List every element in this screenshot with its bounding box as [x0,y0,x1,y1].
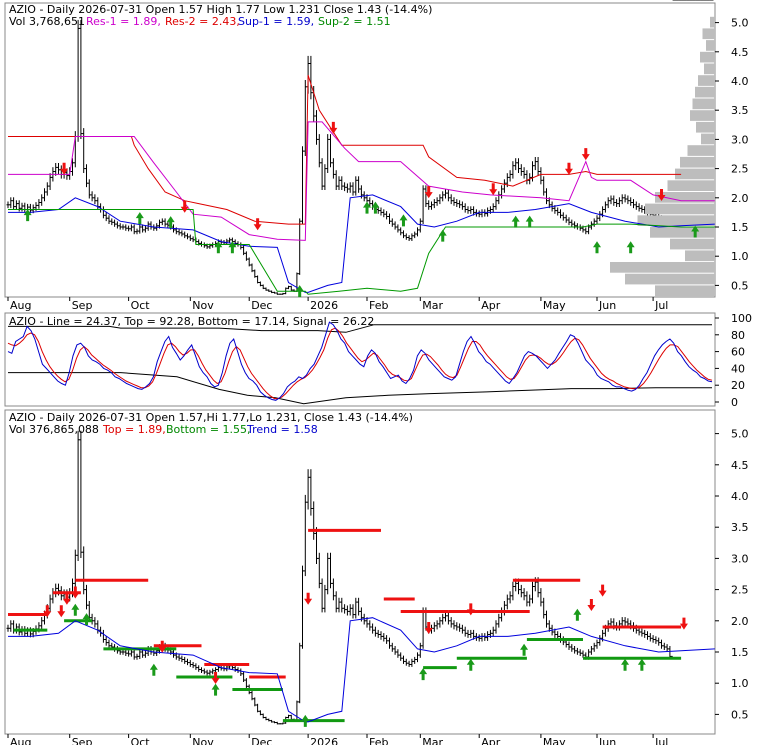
p2-ytick: 3.5 [731,521,749,534]
p0-xtick: Dec [251,299,272,312]
volume-by-price-bar [692,98,715,110]
p0-xtick: Jun [598,299,616,312]
top-header-res2: Res-2 = 2.43, [165,15,240,28]
p0-ytick: 5.0 [731,17,749,30]
volume-by-price-bar [667,180,715,191]
volume-by-price-bar [701,133,715,145]
p2-xtick: Oct [131,736,151,745]
volume-by-price-bar [706,40,715,51]
p0-ytick: 3.0 [731,133,749,146]
p0-xtick: Oct [131,299,151,312]
p0-ytick: 2.0 [731,192,749,205]
bot-header-vol: Vol 376,865,088 [9,423,99,436]
mid-header-title: AZIO - Line = 24.37, Top = 92.28, Bottom… [9,315,374,328]
volume-by-price-bar [702,28,715,40]
p0-xtick: 2026 [310,299,338,312]
p0-xtick: Mar [422,299,443,312]
p0-ytick: 3.5 [731,104,749,117]
p2-xtick: Jul [654,736,668,745]
p2-ytick: 4.0 [731,490,749,503]
p2-ytick: 3.0 [731,552,749,565]
volume-by-price-bar [696,121,715,133]
p2-ytick: 2.5 [731,584,749,597]
p0-xtick: Aug [10,299,31,312]
p0-xtick: Jul [654,299,668,312]
p0-ytick: 4.0 [731,75,749,88]
bot-header-top: Top = 1.89, [102,423,166,436]
mid-ytick: 0 [731,396,738,409]
p0-xtick: Nov [192,299,214,312]
p2-xtick: 2026 [310,736,338,745]
mid-ytick: 60 [731,346,745,359]
p2-ytick: 1.5 [731,646,749,659]
mid-ytick: 40 [731,362,745,375]
volume-by-price-bar [687,145,715,156]
mid-ytick: 80 [731,329,745,342]
volume-by-price-bar [625,273,715,285]
p2-ytick: 1.0 [731,677,749,690]
p0-ytick: 4.5 [731,46,749,59]
bot-header-bottom: Bottom = 1.55, [166,423,251,436]
p2-xtick: Jun [598,736,616,745]
chart-stage: 5.0 4.5 4.0 3.5 3.0 2.5 2.0 1.5 1.0 0.5 Aug Sep Oct N… [0,0,780,745]
volume-by-price-bar [698,75,715,86]
p2-xtick: Dec [251,736,272,745]
panel-top-frame [4,2,716,298]
p2-xtick: Sep [72,736,93,745]
volume-by-price-bar [610,262,715,273]
top-header-sup1: Sup-1 = 1.59, [238,15,314,28]
volume-by-price-bar [670,238,715,250]
p2-ytick: 2.0 [731,615,749,628]
volume-by-price-bar [690,110,715,121]
p2-xtick: May [543,736,566,745]
p2-ytick: 5.0 [731,428,749,441]
p0-ytick: 2.5 [731,163,749,176]
volume-by-price-bar [700,51,715,63]
bot-header-trend: Trend = 1.58 [246,423,318,436]
volume-by-price-bar [685,250,715,262]
p0-xtick: Apr [481,299,501,312]
p2-ytick: 4.5 [731,459,749,472]
p0-ytick: 0.5 [731,279,749,292]
p2-xtick: Feb [369,736,388,745]
p2-xtick: Aug [10,736,31,745]
p2-ytick: 0.5 [731,708,749,721]
top-header-vol: Vol 3,768,651 [9,15,85,28]
top-header-sup2: Sup-2 = 1.51 [318,15,391,28]
volume-by-price-bar [650,227,715,238]
p2-xtick: Mar [422,736,443,745]
p0-xtick: Sep [72,299,93,312]
volume-by-price-bar [710,16,715,28]
volume-by-price-bar [645,203,715,215]
p0-xtick: May [543,299,566,312]
volume-by-price-bar [695,86,715,98]
top-header-res1: Res-1 = 1.89, [86,15,161,28]
p0-xtick: Feb [369,299,388,312]
volume-by-price-bar [704,63,715,75]
mid-ytick: 20 [731,379,745,392]
p0-ytick: 1.5 [731,221,749,234]
volume-by-price-bar [655,285,715,297]
p0-ytick: 1.0 [731,250,749,263]
mid-ytick: 100 [731,312,752,325]
panel-bot-frame [4,409,716,735]
volume-by-price-bar [680,156,715,168]
p2-xtick: Apr [481,736,501,745]
p2-xtick: Nov [192,736,214,745]
stockcharts-figure: 5.0 4.5 4.0 3.5 3.0 2.5 2.0 1.5 1.0 0.5 Aug Sep Oct N… [4,0,752,745]
